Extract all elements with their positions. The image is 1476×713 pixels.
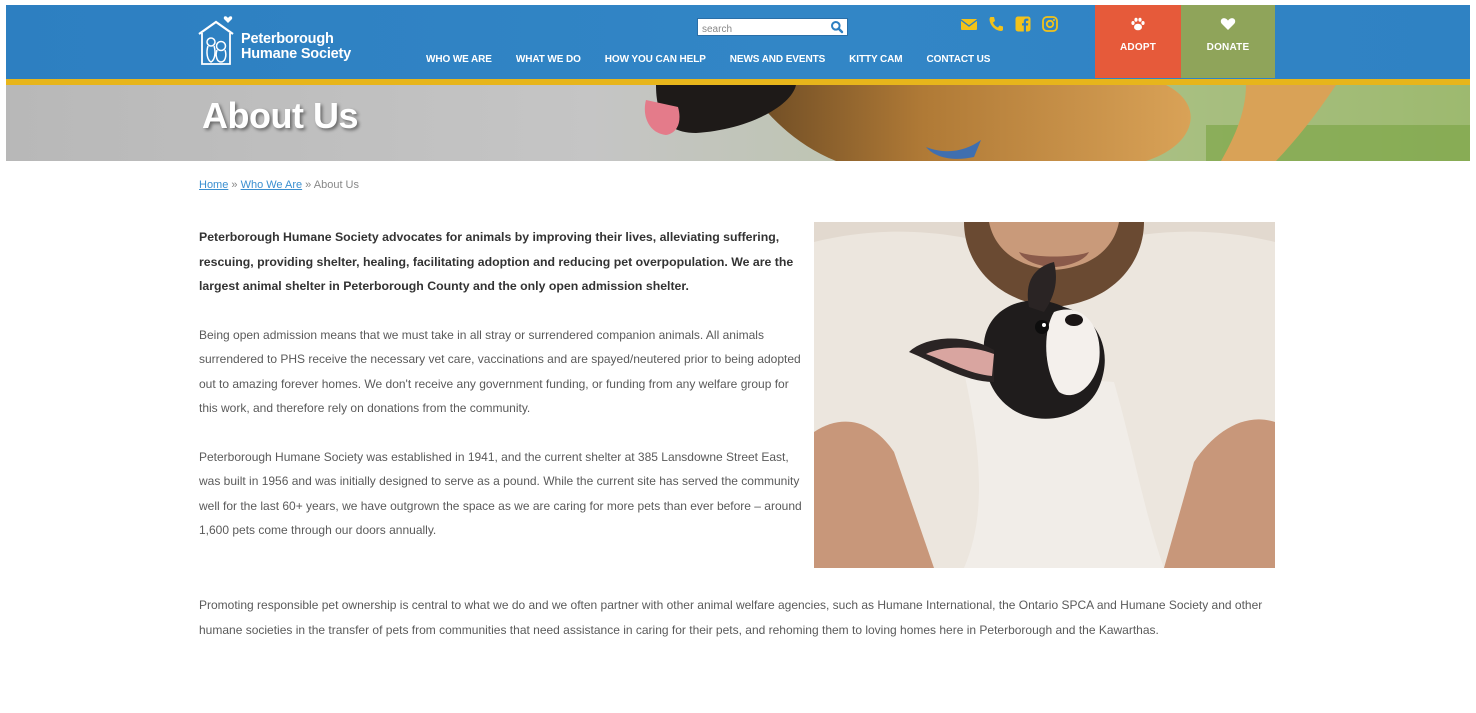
logo-line-1: Peterborough: [241, 31, 334, 47]
main-nav: WHO WE ARE WHAT WE DO HOW YOU CAN HELP N…: [426, 54, 1014, 65]
phone-icon: [989, 17, 1003, 31]
nav-how-you-can-help[interactable]: HOW YOU CAN HELP: [605, 54, 706, 65]
search-icon: [831, 21, 844, 34]
hero-banner: About Us: [6, 85, 1470, 161]
paragraph-history: Peterborough Humane Society was establis…: [199, 449, 802, 538]
phone-link[interactable]: [987, 15, 1005, 33]
breadcrumb-home-link[interactable]: Home: [199, 179, 228, 191]
breadcrumb: Home » Who We Are » About Us: [199, 179, 359, 191]
paw-icon: [1131, 17, 1145, 31]
instagram-icon: [1042, 16, 1058, 32]
donate-label: DONATE: [1206, 42, 1250, 53]
nav-who-we-are[interactable]: WHO WE ARE: [426, 54, 492, 65]
donate-button[interactable]: DONATE: [1181, 5, 1275, 78]
facebook-icon: [1015, 16, 1031, 32]
adopt-label: ADOPT: [1120, 42, 1156, 53]
nav-kitty-cam[interactable]: KITTY CAM: [849, 54, 902, 65]
breadcrumb-who-we-are-link[interactable]: Who We Are: [241, 179, 303, 191]
logo-line-2: Humane Society: [241, 46, 352, 62]
instagram-link[interactable]: [1041, 15, 1059, 33]
breadcrumb-separator: »: [302, 179, 314, 191]
breadcrumb-separator: »: [228, 179, 241, 191]
lead-paragraph: Peterborough Humane Society advocates fo…: [199, 230, 794, 293]
search-button[interactable]: [830, 20, 844, 34]
nav-news-and-events[interactable]: NEWS AND EVENTS: [730, 54, 825, 65]
humane-society-logo-icon: [198, 16, 234, 65]
nav-contact-us[interactable]: CONTACT US: [927, 54, 991, 65]
adopt-button[interactable]: ADOPT: [1095, 5, 1181, 78]
main-content: Peterborough Humane Society advocates fo…: [199, 225, 804, 567]
search-input[interactable]: [698, 21, 826, 38]
logo-text: Peterborough Humane Society: [241, 32, 351, 62]
social-links: [960, 15, 1059, 33]
nav-what-we-do[interactable]: WHAT WE DO: [516, 54, 581, 65]
site-logo[interactable]: Peterborough Humane Society: [195, 8, 365, 70]
page-title: About Us: [202, 95, 358, 136]
email-icon: [960, 19, 978, 30]
email-link[interactable]: [960, 15, 978, 33]
french-bulldog-image: [814, 222, 1275, 568]
paragraph-open-admission: Being open admission means that we must …: [199, 327, 801, 416]
heart-icon: [1220, 18, 1236, 30]
man-with-dog-photo: [814, 222, 1275, 568]
breadcrumb-current: About Us: [313, 179, 359, 191]
paragraph-partnerships: Promoting responsible pet ownership is c…: [199, 598, 1263, 637]
search-box: [697, 18, 848, 38]
facebook-link[interactable]: [1014, 15, 1032, 33]
